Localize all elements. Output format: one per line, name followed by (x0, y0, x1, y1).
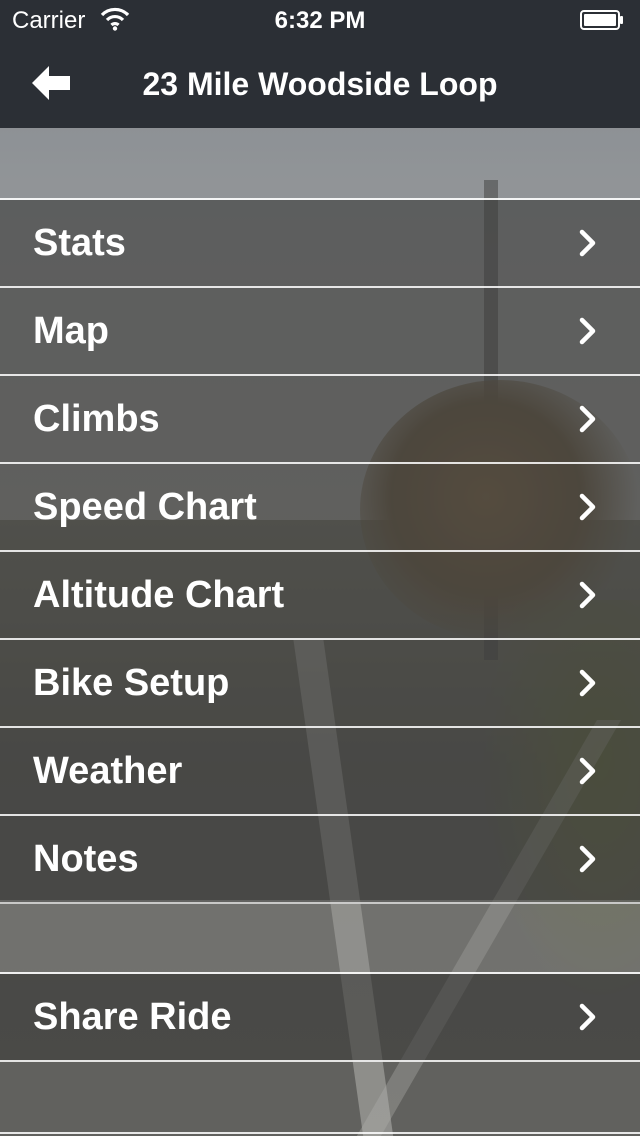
chevron-right-icon (579, 845, 596, 873)
chevron-right-icon (579, 669, 596, 697)
menu-item-label: Stats (33, 222, 126, 264)
menu-item-altitude-chart[interactable]: Altitude Chart (0, 552, 640, 640)
menu-item-map[interactable]: Map (0, 288, 640, 376)
menu-item-speed-chart[interactable]: Speed Chart (0, 464, 640, 552)
chevron-right-icon (579, 1003, 596, 1031)
menu-item-label: Notes (33, 838, 139, 880)
battery-icon (580, 10, 623, 30)
status-time: 6:32 PM (274, 7, 366, 34)
menu-item-label: Altitude Chart (33, 574, 285, 616)
menu-item-notes[interactable]: Notes (0, 816, 640, 904)
chevron-right-icon (579, 229, 596, 257)
top-bar: Carrier 6:32 PM 23 Mile Woodside Loop (0, 0, 640, 128)
menu-item-label: Speed Chart (33, 486, 257, 528)
share-ride-button[interactable]: Share Ride (0, 974, 640, 1062)
ride-menu: Stats Map Climbs Speed Chart Altitude Ch… (0, 198, 640, 904)
menu-item-weather[interactable]: Weather (0, 728, 640, 816)
menu-item-bike-setup[interactable]: Bike Setup (0, 640, 640, 728)
menu-item-stats[interactable]: Stats (0, 200, 640, 288)
menu-item-label: Weather (33, 750, 183, 792)
chevron-right-icon (579, 405, 596, 433)
menu-item-label: Bike Setup (33, 662, 230, 704)
chevron-right-icon (579, 493, 596, 521)
chevron-right-icon (579, 581, 596, 609)
menu-item-label: Share Ride (33, 996, 232, 1038)
section-gap (0, 900, 640, 972)
page-title: 23 Mile Woodside Loop (142, 66, 498, 102)
share-section: Share Ride (0, 972, 640, 1062)
menu-item-climbs[interactable]: Climbs (0, 376, 640, 464)
chevron-right-icon (579, 757, 596, 785)
chevron-right-icon (579, 317, 596, 345)
menu-item-label: Climbs (33, 398, 160, 440)
divider (0, 1132, 640, 1134)
menu-item-label: Map (33, 310, 109, 352)
status-bar: Carrier 6:32 PM (0, 0, 640, 40)
